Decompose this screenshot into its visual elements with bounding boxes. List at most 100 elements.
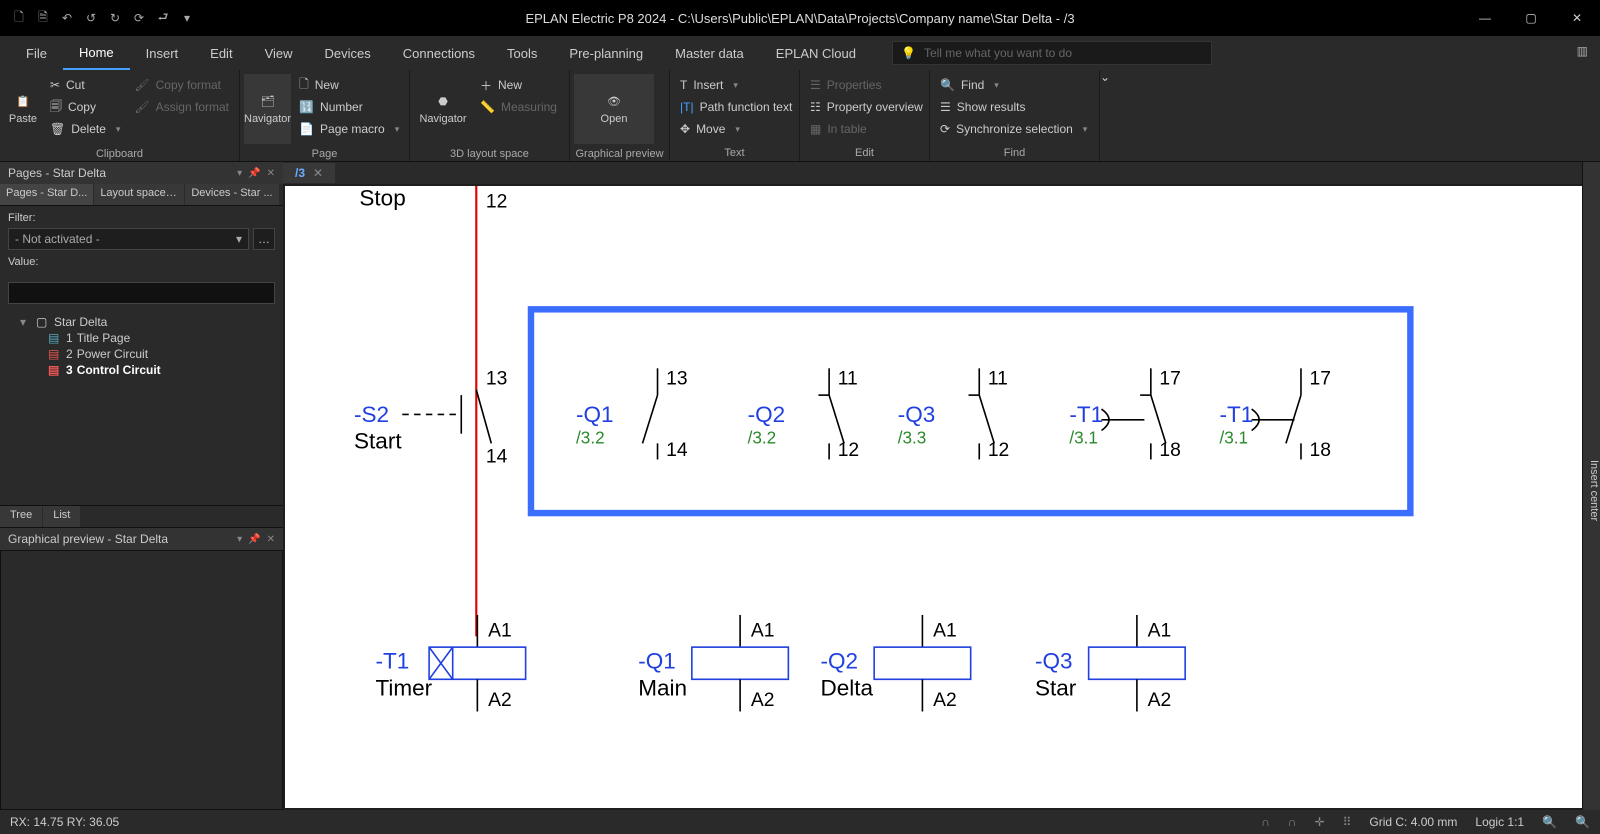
subtab-layout[interactable]: Layout space -... <box>94 184 184 205</box>
menu-cloud[interactable]: EPLAN Cloud <box>760 38 872 69</box>
zoom-icon[interactable]: 🔍 <box>1575 815 1590 829</box>
svg-text:A1: A1 <box>933 620 957 641</box>
3d-new-button[interactable]: ＋New <box>474 74 563 96</box>
menubar: File Home Insert Edit View Devices Conne… <box>0 36 1600 70</box>
svg-text:-T1: -T1 <box>1219 402 1253 427</box>
panel-pin-icon[interactable]: 📌 <box>248 534 260 545</box>
page-macro-button[interactable]: 📄Page macro <box>293 118 405 140</box>
qat-dropdown-icon[interactable]: ▾ <box>178 9 196 27</box>
brush2-icon: 🖌 <box>134 100 149 114</box>
cut-button[interactable]: ✂Cut <box>44 74 126 96</box>
value-area: Value: <box>0 256 283 278</box>
show-results-button[interactable]: ☰Show results <box>934 96 1093 118</box>
panel-dropdown-icon[interactable]: ▾ <box>237 534 242 545</box>
svg-text:A1: A1 <box>488 620 512 641</box>
menu-preplanning[interactable]: Pre-planning <box>553 38 659 69</box>
qat-redo-icon[interactable]: ↻ <box>106 9 124 27</box>
schematic-canvas[interactable]: Stop 12 13 -S2 Start 14 1314-Q1/3.21112-… <box>285 186 1592 808</box>
table-icon: ▦ <box>810 122 821 136</box>
page-number-button[interactable]: 🔢Number <box>293 96 405 118</box>
menu-home[interactable]: Home <box>63 37 130 70</box>
group-label-preview: Graphical preview <box>570 148 669 162</box>
qat-refresh-icon[interactable]: ⟳ <box>130 9 148 27</box>
menu-edit[interactable]: Edit <box>194 38 248 69</box>
insert-center-tab[interactable]: Insert center <box>1582 162 1600 810</box>
number-icon: 🔢 <box>299 100 314 114</box>
tree-root[interactable]: ▾ ▢ Star Delta <box>4 314 279 330</box>
crosshair-icon[interactable]: ✛ <box>1315 815 1325 829</box>
chevron-down-icon: ▾ <box>236 232 242 246</box>
overview-icon: ☷ <box>810 100 821 114</box>
page-new-button[interactable]: 🗋New <box>293 74 405 96</box>
close-button[interactable]: ✕ <box>1554 0 1600 36</box>
paste-button[interactable]: 📋 Paste <box>4 74 42 144</box>
menu-file[interactable]: File <box>10 38 63 69</box>
filter-more-button[interactable]: … <box>253 228 275 250</box>
svg-text:/3.1: /3.1 <box>1069 427 1098 447</box>
svg-text:11: 11 <box>988 368 1008 389</box>
project-icon: ▢ <box>36 315 50 329</box>
value-input[interactable] <box>8 282 275 304</box>
svg-text:12: 12 <box>838 440 859 461</box>
preview-open-button[interactable]: 👁 Open <box>574 74 654 144</box>
status-logic: Logic 1:1 <box>1475 815 1524 829</box>
maximize-button[interactable]: ▢ <box>1508 0 1554 36</box>
selection-rect <box>531 309 1410 513</box>
text-insert-button[interactable]: TInsert <box>674 74 798 96</box>
subtab-pages[interactable]: Pages - Star D... <box>0 184 93 205</box>
copy-button[interactable]: 🗐Copy <box>44 96 126 118</box>
filter-select[interactable]: - Not activated -▾ <box>8 228 249 250</box>
delete-button[interactable]: 🗑Delete <box>44 118 126 140</box>
page-navigator-button[interactable]: 🗂 Navigator <box>244 74 291 144</box>
preview-panel: Graphical preview - Star Delta ▾ 📌 ✕ <box>0 527 283 810</box>
tree-item-3[interactable]: ▤ 3 Control Circuit <box>4 362 279 378</box>
tree-item-2[interactable]: ▤ 2 Power Circuit <box>4 346 279 362</box>
close-tab-icon[interactable]: ✕ <box>313 166 323 180</box>
property-overview-button[interactable]: ☷Property overview <box>804 96 929 118</box>
tab-tree[interactable]: Tree <box>0 506 42 527</box>
status-coords: RX: 14.75 RY: 36.05 <box>10 815 119 829</box>
panel-dropdown-icon[interactable]: ▾ <box>237 168 242 179</box>
subtab-devices[interactable]: Devices - Star ... <box>185 184 278 205</box>
qat-undo-icon[interactable]: ↺ <box>82 9 100 27</box>
text-move-button[interactable]: ✥Move <box>674 118 798 140</box>
qat-open-icon[interactable]: 🗎 <box>34 9 52 27</box>
snap2-icon[interactable]: ∩ <box>1288 815 1297 829</box>
path-function-text-button[interactable]: |T|Path function text <box>674 96 798 118</box>
menu-masterdata[interactable]: Master data <box>659 38 760 69</box>
menu-connections[interactable]: Connections <box>387 38 491 69</box>
document-tab[interactable]: /3 ✕ <box>283 163 335 183</box>
menu-view[interactable]: View <box>249 38 309 69</box>
tree-item-1[interactable]: ▤ 1 Title Page <box>4 330 279 346</box>
menu-devices[interactable]: Devices <box>309 38 387 69</box>
panel-pin-icon[interactable]: 📌 <box>248 168 260 179</box>
svg-text:A2: A2 <box>488 690 512 711</box>
ribbon-expand-icon[interactable]: ⌄ <box>1100 70 1110 161</box>
bulb-icon: 💡 <box>901 46 916 60</box>
minimize-button[interactable]: — <box>1462 0 1508 36</box>
grid-icon[interactable]: ⠿ <box>1343 815 1352 829</box>
panel-close-icon[interactable]: ✕ <box>267 534 275 545</box>
tell-me-search[interactable]: 💡 Tell me what you want to do <box>892 41 1212 65</box>
menu-insert[interactable]: Insert <box>130 38 195 69</box>
snap-icon[interactable]: ∩ <box>1261 815 1270 829</box>
stop-pin: 12 <box>486 191 507 212</box>
qat-return-icon[interactable]: ⮐ <box>154 9 172 27</box>
qat-new-icon[interactable]: 🗋 <box>10 9 28 27</box>
ribbon-options-icon[interactable]: ▥ <box>1577 44 1588 58</box>
panel-close-icon[interactable]: ✕ <box>267 168 275 179</box>
move-icon: ✥ <box>680 122 690 136</box>
copy-icon: 🗐 <box>50 97 62 118</box>
status-bar: RX: 14.75 RY: 36.05 ∩ ∩ ✛ ⠿ Grid C: 4.00… <box>0 810 1600 834</box>
menu-tools[interactable]: Tools <box>491 38 553 69</box>
tab-list[interactable]: List <box>43 506 80 527</box>
zoom-fit-icon[interactable]: 🔍 <box>1542 815 1557 829</box>
pages-tree: ▾ ▢ Star Delta ▤ 1 Title Page ▤ 2 Power … <box>0 308 283 505</box>
3d-navigator-button[interactable]: ⬣ Navigator <box>414 74 472 144</box>
sync-selection-button[interactable]: ⟳Synchronize selection <box>934 118 1093 140</box>
find-button[interactable]: 🔍Find <box>934 74 1093 96</box>
collapse-icon[interactable]: ▾ <box>20 315 32 329</box>
pages-panel-header: Pages - Star Delta ▾ 📌 ✕ <box>0 162 283 184</box>
qat-prev-icon[interactable]: ↶ <box>58 9 76 27</box>
ribbon-group-3d: ⬣ Navigator ＋New 📏Measuring 3D layout sp… <box>410 70 570 161</box>
